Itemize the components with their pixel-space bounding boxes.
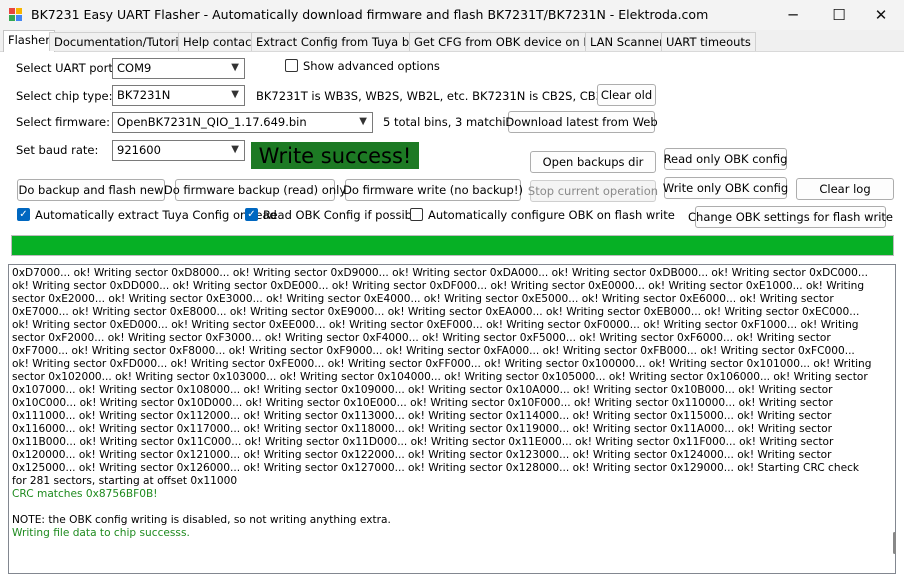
log-crc-text: CRC matches 0x8756BF0B! <box>12 488 158 500</box>
log-scrollbar-thumb[interactable] <box>893 532 896 554</box>
chip-info-text: BK7231T is WB3S, WB2S, WB2L, etc. BK7231… <box>256 89 636 103</box>
close-button[interactable]: ✕ <box>858 0 904 30</box>
tab-get-cfg-obk[interactable]: Get CFG from OBK device on LAN <box>409 32 612 51</box>
auto-extract-label: Automatically extract Tuya Config on rea… <box>35 208 277 222</box>
clear-log-button[interactable]: Clear log <box>796 178 894 200</box>
chevron-down-icon: ▼ <box>359 116 367 127</box>
tab-help-contact[interactable]: Help contact <box>178 32 261 51</box>
baud-label: Set baud rate: <box>16 143 99 157</box>
log-note-text: NOTE: the OBK config writing is disabled… <box>12 514 391 526</box>
chevron-down-icon: ▼ <box>231 62 239 73</box>
show-advanced-label: Show advanced options <box>303 59 440 73</box>
baud-rate-select[interactable]: 921600 ▼ <box>112 140 245 161</box>
read-obk-checkbox[interactable]: ✓ <box>245 208 258 221</box>
firmware-select[interactable]: OpenBK7231N_QIO_1.17.649.bin ▼ <box>112 112 373 133</box>
chip-type-value: BK7231N <box>117 88 171 102</box>
log-textbox[interactable]: 0xD7000... ok! Writing sector 0xD8000...… <box>8 264 896 574</box>
show-advanced-checkbox[interactable] <box>285 59 298 72</box>
auto-extract-checkbox[interactable]: ✓ <box>17 208 30 221</box>
uart-port-value: COM9 <box>117 61 152 75</box>
chip-type-select[interactable]: BK7231N ▼ <box>112 85 245 106</box>
progress-fill <box>12 236 893 255</box>
tab-uart-timeouts[interactable]: UART timeouts <box>661 32 756 51</box>
bins-info-text: 5 total bins, 3 matching. <box>383 115 524 129</box>
chip-label: Select chip type: <box>16 89 113 103</box>
read-only-obk-button[interactable]: Read only OBK config <box>664 148 787 170</box>
open-backups-button[interactable]: Open backups dir <box>530 151 656 173</box>
maximize-button[interactable]: ☐ <box>816 0 862 30</box>
firmware-value: OpenBK7231N_QIO_1.17.649.bin <box>117 115 307 129</box>
backup-read-button[interactable]: Do firmware backup (read) only <box>164 179 346 201</box>
tab-flasher[interactable]: Flasher <box>3 30 55 53</box>
tab-lan-scanner[interactable]: LAN Scanner <box>585 32 669 51</box>
firmware-label: Select firmware: <box>16 115 110 129</box>
download-latest-button[interactable]: Download latest from Web <box>505 111 658 133</box>
backup-flash-button[interactable]: Do backup and flash new <box>17 179 165 201</box>
write-no-backup-button[interactable]: Do firmware write (no backup!) <box>343 179 523 201</box>
status-banner: Write success! <box>251 142 419 169</box>
app-icon <box>9 8 23 21</box>
chevron-down-icon: ▼ <box>231 89 239 100</box>
chevron-down-icon: ▼ <box>231 144 239 155</box>
baud-rate-value: 921600 <box>117 143 161 157</box>
change-obk-settings-button[interactable]: Change OBK settings for flash write <box>688 206 893 228</box>
clear-old-button[interactable]: Clear old <box>597 84 656 106</box>
window-title: BK7231 Easy UART Flasher - Automatically… <box>31 7 709 22</box>
write-only-obk-button[interactable]: Write only OBK config <box>663 177 788 199</box>
progress-bar <box>11 235 894 256</box>
auto-configure-checkbox[interactable] <box>410 208 423 221</box>
uart-port-select[interactable]: COM9 ▼ <box>112 58 245 79</box>
stop-operation-button[interactable]: Stop current operation <box>528 180 658 202</box>
uart-label: Select UART port: <box>16 61 117 75</box>
minimize-button[interactable]: ─ <box>770 0 816 30</box>
log-main-text: 0xD7000... ok! Writing sector 0xD8000...… <box>12 267 872 487</box>
read-obk-label: Read OBK Config if possible <box>263 208 423 222</box>
auto-configure-label: Automatically configure OBK on flash wri… <box>428 208 675 222</box>
log-success-text: Writing file data to chip successs. <box>12 527 190 539</box>
